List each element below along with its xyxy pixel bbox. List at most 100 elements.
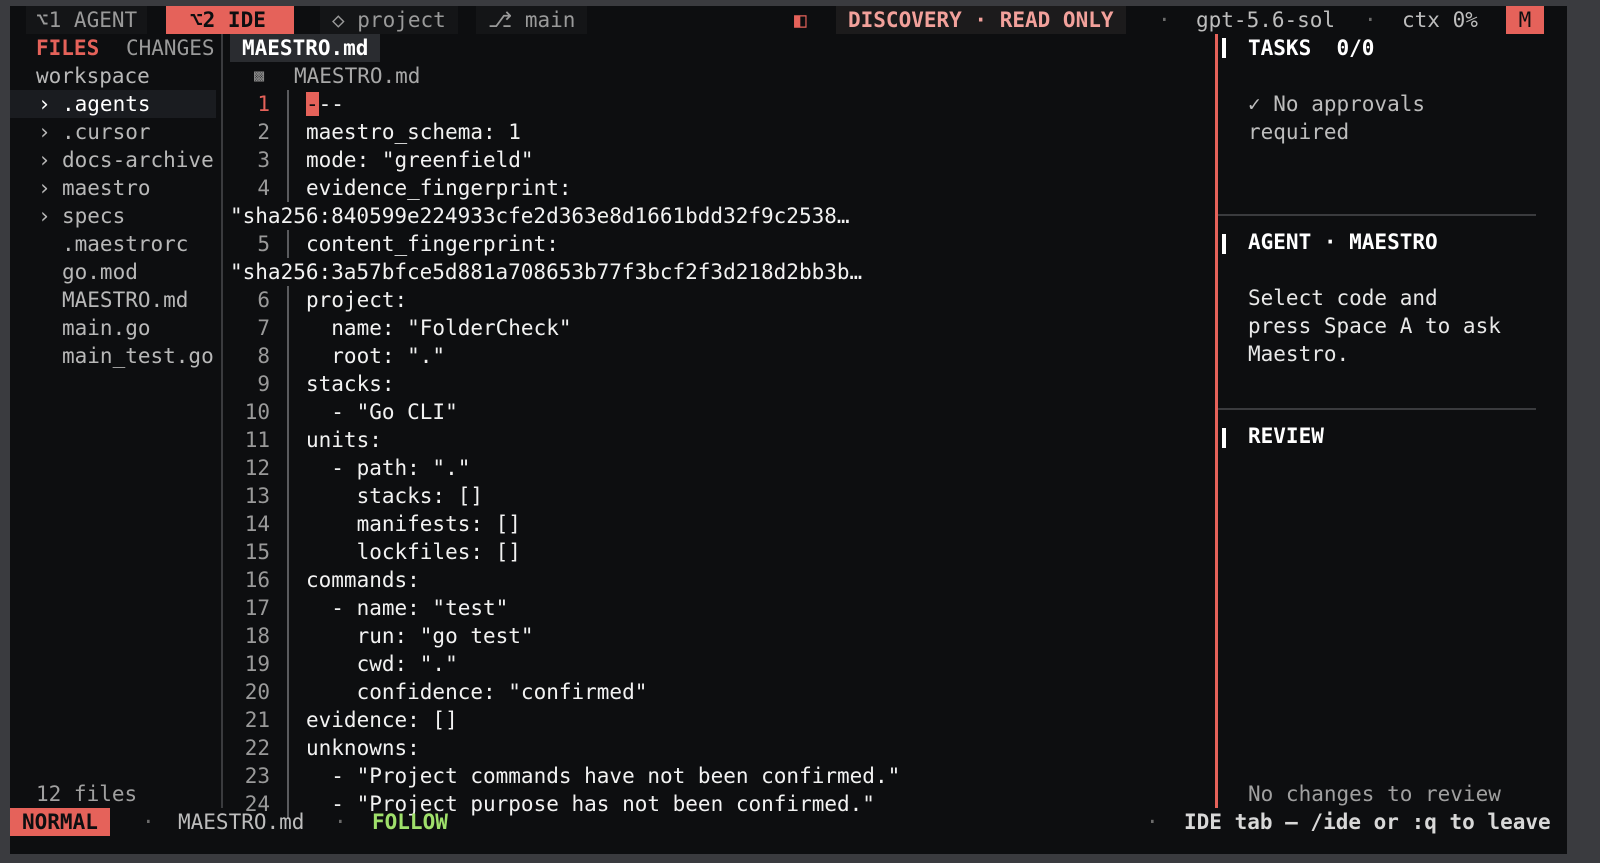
review-empty-message: No changes to review — [1248, 782, 1501, 806]
code-text: unknowns: — [306, 736, 420, 760]
code-text: confidence: "confirmed" — [306, 680, 648, 704]
mode-icon: ◧ — [794, 8, 807, 32]
code-line[interactable]: 2 maestro_schema: 1 — [10, 118, 1200, 146]
code-line[interactable]: 18 run: "go test" — [10, 622, 1200, 650]
line-number: 5 — [257, 232, 270, 256]
line-number: 23 — [244, 764, 270, 788]
branch-indicator[interactable]: ⎇ main — [476, 6, 588, 34]
model-label[interactable]: gpt-5.6-sol — [1196, 6, 1335, 34]
separator-dot: · — [334, 810, 347, 834]
follow-indicator[interactable]: FOLLOW — [372, 808, 448, 836]
code-line[interactable]: 10 - "Go CLI" — [10, 398, 1200, 426]
code-line[interactable]: 4 evidence_fingerprint: — [10, 174, 1200, 202]
editor-tab-maestro-md[interactable]: MAESTRO.md — [230, 34, 381, 62]
gutter-separator — [287, 90, 289, 118]
gutter-separator — [287, 510, 289, 538]
code-line[interactable]: 8 root: "." — [10, 342, 1200, 370]
context-usage: ctx 0% — [1402, 8, 1478, 32]
panel-rule — [1218, 408, 1536, 410]
workspace-root[interactable]: workspace — [36, 62, 150, 90]
gutter-separator — [287, 538, 289, 566]
agent-hint-line1: Select code and — [1248, 286, 1438, 310]
code-text: - "Go CLI" — [306, 400, 458, 424]
code-line[interactable]: 19 cwd: "." — [10, 650, 1200, 678]
gutter-separator — [287, 706, 289, 734]
line-number: 16 — [244, 568, 270, 592]
line-number: 12 — [244, 456, 270, 480]
line-number: 19 — [244, 652, 270, 676]
gutter-separator — [287, 314, 289, 342]
code-line[interactable]: 12 - path: "." — [10, 454, 1200, 482]
status-file: MAESTRO.md — [178, 810, 305, 834]
code-line[interactable]: 5 content_fingerprint: — [10, 230, 1200, 258]
agent-marker — [1222, 234, 1226, 254]
line-number: 3 — [257, 148, 270, 172]
gutter-separator — [287, 174, 289, 202]
code-line[interactable]: 17 - name: "test" — [10, 594, 1200, 622]
review-marker — [1222, 428, 1226, 448]
code-text: units: — [306, 428, 382, 452]
line-number: 18 — [244, 624, 270, 648]
panel-rule — [1218, 214, 1536, 216]
tab-files[interactable]: FILES — [36, 34, 99, 62]
code-line[interactable]: 7 name: "FolderCheck" — [10, 314, 1200, 342]
code-line[interactable]: 23 - "Project commands have not been con… — [10, 762, 1200, 790]
terminal-window: ⌥1 AGENT ⌥2 IDE ◇ project ⎇ main ◧ DISCO… — [10, 6, 1567, 854]
code-line[interactable]: 14 manifests: [] — [10, 510, 1200, 538]
code-text: - path: "." — [306, 456, 471, 480]
code-text: content_fingerprint: — [306, 232, 559, 256]
line-number: 9 — [257, 372, 270, 396]
tasks-title: TASKS 0/0 — [1248, 36, 1375, 60]
gutter-separator — [287, 342, 289, 370]
gutter-separator — [287, 622, 289, 650]
line-number: 4 — [257, 176, 270, 200]
code-text: --- — [306, 90, 344, 118]
bottom-padding — [10, 836, 1567, 854]
code-line[interactable]: 3 mode: "greenfield" — [10, 146, 1200, 174]
tab-ide[interactable]: ⌥2 IDE — [166, 6, 294, 34]
code-line[interactable]: 1 --- — [10, 90, 1200, 118]
code-text: evidence_fingerprint: — [306, 176, 572, 200]
code-line[interactable]: 15 lockfiles: [] — [10, 538, 1200, 566]
m-badge[interactable]: M — [1506, 6, 1544, 34]
tab-agent[interactable]: ⌥1 AGENT — [26, 6, 148, 34]
code-line[interactable]: 21 evidence: [] — [10, 706, 1200, 734]
code-line[interactable]: "sha256:840599e224933cfe2d363e8d1661bdd3… — [10, 202, 1200, 230]
line-number: 10 — [244, 400, 270, 424]
code-line[interactable]: 6 project: — [10, 286, 1200, 314]
code-line[interactable]: 20 confidence: "confirmed" — [10, 678, 1200, 706]
code-text: stacks: [] — [306, 484, 484, 508]
line-number: 6 — [257, 288, 270, 312]
line-number: 14 — [244, 512, 270, 536]
agent-hint-line3: Maestro. — [1248, 342, 1350, 366]
separator-dot: · — [1146, 810, 1159, 834]
gutter-separator — [287, 566, 289, 594]
line-number: 1 — [257, 92, 270, 116]
code-line[interactable]: 16 commands: — [10, 566, 1200, 594]
code-line[interactable]: "sha256:3a57bfce5d881a708653b77f3bcf2f3d… — [10, 258, 1200, 286]
code-text: lockfiles: [] — [306, 540, 521, 564]
tasks-status-line2: required — [1248, 120, 1350, 144]
gutter-separator — [287, 230, 289, 258]
gutter-separator — [287, 286, 289, 314]
review-title: REVIEW — [1248, 424, 1324, 448]
code-text: name: "FolderCheck" — [306, 316, 572, 340]
code-line[interactable]: 9 stacks: — [10, 370, 1200, 398]
code-text: run: "go test" — [306, 624, 534, 648]
gutter-separator — [287, 678, 289, 706]
line-number: 22 — [244, 736, 270, 760]
code-line[interactable]: 11 units: — [10, 426, 1200, 454]
agent-title: AGENT · MAESTRO — [1248, 230, 1438, 254]
top-bar: ⌥1 AGENT ⌥2 IDE ◇ project ⎇ main ◧ DISCO… — [10, 6, 1567, 34]
code-line[interactable]: 13 stacks: [] — [10, 482, 1200, 510]
line-number: 21 — [244, 708, 270, 732]
line-number: 17 — [244, 596, 270, 620]
tab-changes[interactable]: CHANGES — [126, 34, 215, 62]
project-indicator[interactable]: ◇ project — [320, 6, 458, 34]
code-line[interactable]: 22 unknowns: — [10, 734, 1200, 762]
ide-hint: IDE tab — /ide or :q to leave — [1184, 810, 1551, 834]
line-number: 2 — [257, 120, 270, 144]
gutter-separator — [287, 454, 289, 482]
code-text: commands: — [306, 568, 420, 592]
vim-mode-badge: NORMAL — [10, 808, 110, 836]
